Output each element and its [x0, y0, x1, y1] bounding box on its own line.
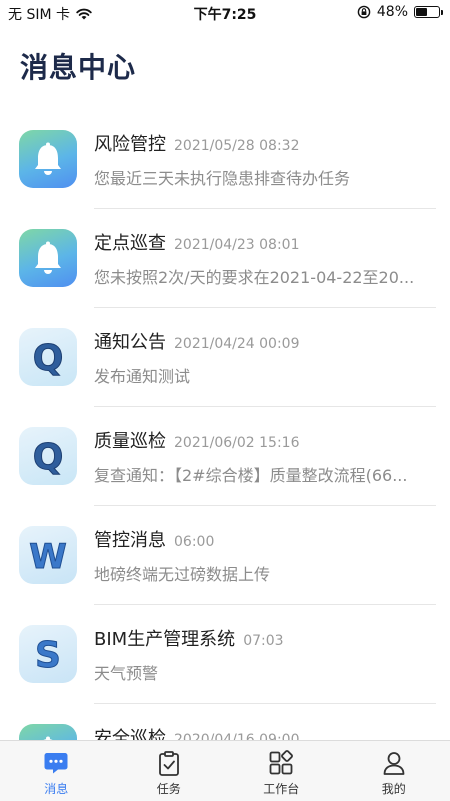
message-time: 06:00: [174, 534, 214, 550]
message-time: 2021/04/24 00:09: [174, 336, 300, 352]
message-title: 管控消息: [94, 526, 166, 552]
svg-text:W: W: [29, 537, 67, 577]
message-icon: [42, 749, 70, 777]
battery-icon: [414, 6, 440, 18]
tab-messages[interactable]: 消息: [0, 741, 113, 801]
message-item[interactable]: S BIM生产管理系统 07:03 天气预警: [0, 605, 450, 704]
svg-text:Q: Q: [33, 338, 64, 379]
message-time: 2021/05/28 08:32: [174, 138, 300, 154]
tab-label: 工作台: [263, 780, 299, 797]
bell-icon: [19, 724, 77, 740]
message-item[interactable]: 定点巡查 2021/04/23 08:01 您未按照2次/天的要求在2021-04-…: [0, 209, 450, 308]
message-header: 定点巡查 2021/04/23 08:01: [94, 229, 300, 255]
clipboard-icon: [155, 749, 183, 777]
message-preview: 您未按照2次/天的要求在2021-04-22至20...: [94, 264, 430, 288]
message-preview: 天气预警: [94, 660, 430, 684]
message-preview: 复查通知：【2#综合楼】质量整改流程(66...: [94, 462, 430, 486]
user-icon: [380, 749, 408, 777]
message-header: 风险管控 2021/05/28 08:32: [94, 130, 300, 156]
battery-percent: 48%: [377, 4, 408, 20]
svg-text:S: S: [35, 635, 61, 676]
message-item[interactable]: Q 通知公告 2021/04/24 00:09 发布通知测试: [0, 308, 450, 407]
w-app-icon: W: [19, 526, 77, 584]
message-item[interactable]: 安全巡检 2020/04/16 09:00: [0, 704, 450, 740]
message-time: 2021/04/23 08:01: [174, 237, 300, 253]
message-time: 07:03: [243, 633, 283, 649]
tab-label: 任务: [157, 780, 181, 797]
message-title: 定点巡查: [94, 229, 166, 255]
message-header: 安全巡检 2020/04/16 09:00: [94, 724, 300, 740]
q-app-icon: Q: [19, 328, 77, 386]
tab-workbench[interactable]: 工作台: [225, 741, 338, 801]
message-preview: 您最近三天未执行隐患排查待办任务: [94, 165, 430, 189]
q-app-icon: Q: [19, 427, 77, 485]
tab-tasks[interactable]: 任务: [113, 741, 226, 801]
svg-text:Q: Q: [33, 437, 64, 478]
message-title: 风险管控: [94, 130, 166, 156]
message-list[interactable]: 风险管控2021/05/28 08:32您最近三天未执行隐患排查待办任务定点巡查…: [0, 110, 450, 740]
message-title: 质量巡检: [94, 427, 166, 453]
battery-level: [416, 8, 427, 16]
s-app-icon: S: [19, 625, 77, 683]
message-header: 质量巡检 2021/06/02 15:16: [94, 427, 300, 453]
tab-profile[interactable]: 我的: [338, 741, 450, 801]
tab-label: 消息: [44, 780, 68, 797]
grid-icon: [267, 749, 295, 777]
message-title: BIM生产管理系统: [94, 625, 235, 651]
message-item[interactable]: 风险管控 2021/05/28 08:32 您最近三天未执行隐患排查待办任务: [0, 110, 450, 209]
message-header: 通知公告 2021/04/24 00:09: [94, 328, 300, 354]
message-header: 管控消息 06:00: [94, 526, 214, 552]
message-time: 2020/04/16 09:00: [174, 732, 300, 740]
status-bar: 无 SIM 卡 下午7:25 48%: [0, 0, 450, 26]
bell-icon: [19, 229, 77, 287]
message-preview: 发布通知测试: [94, 363, 430, 387]
message-preview: 地磅终端无过磅数据上传: [94, 561, 430, 585]
message-title: 通知公告: [94, 328, 166, 354]
bell-icon: [19, 130, 77, 188]
tab-bar: 消息 任务 工作台 我的: [0, 740, 450, 801]
message-title: 安全巡检: [94, 724, 166, 740]
message-header: BIM生产管理系统 07:03: [94, 625, 284, 651]
message-item[interactable]: Q 质量巡检 2021/06/02 15:16 复查通知：【2#综合楼】质量整改流程(…: [0, 407, 450, 506]
rotation-lock-icon: [357, 5, 371, 19]
message-time: 2021/06/02 15:16: [174, 435, 300, 451]
message-item[interactable]: W 管控消息 06:00 地磅终端无过磅数据上传: [0, 506, 450, 605]
page-title: 消息中心: [20, 46, 136, 86]
tab-label: 我的: [382, 780, 406, 797]
